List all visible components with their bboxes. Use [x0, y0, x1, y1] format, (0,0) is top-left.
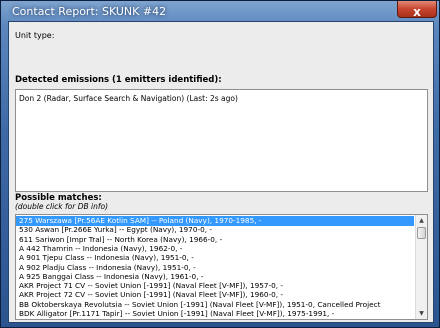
emission-item[interactable]: Don 2 (Radar, Surface Search & Navigatio… [19, 94, 238, 103]
matches-scrollbar[interactable]: ▲ ▼ [415, 215, 427, 319]
close-button[interactable]: x [397, 1, 437, 19]
dialog-content: Unit type: Detected emissions (1 emitter… [8, 21, 434, 323]
emissions-heading: Detected emissions (1 emitters identifie… [15, 75, 222, 85]
matches-list[interactable]: 275 Warszawa [Pr.56AE Kotlin SAM] -- Pol… [15, 214, 428, 320]
list-item[interactable]: BDK Alligator [Pr.1171 Tapir] -- Soviet … [16, 309, 414, 319]
emissions-list[interactable]: Don 2 (Radar, Surface Search & Navigatio… [15, 89, 428, 192]
unit-type-label: Unit type: [15, 31, 55, 40]
scroll-up-icon[interactable]: ▲ [416, 215, 427, 226]
scroll-thumb[interactable] [417, 227, 426, 239]
dialog-window: Contact Report: SKUNK #42 x Unit type: D… [0, 0, 440, 328]
close-icon: x [413, 5, 421, 19]
title-bar[interactable]: Contact Report: SKUNK #42 x [1, 1, 440, 21]
window-title: Contact Report: SKUNK #42 [12, 5, 167, 18]
scroll-down-icon[interactable]: ▼ [416, 308, 427, 319]
matches-hint: (double click for DB info) [15, 202, 109, 211]
